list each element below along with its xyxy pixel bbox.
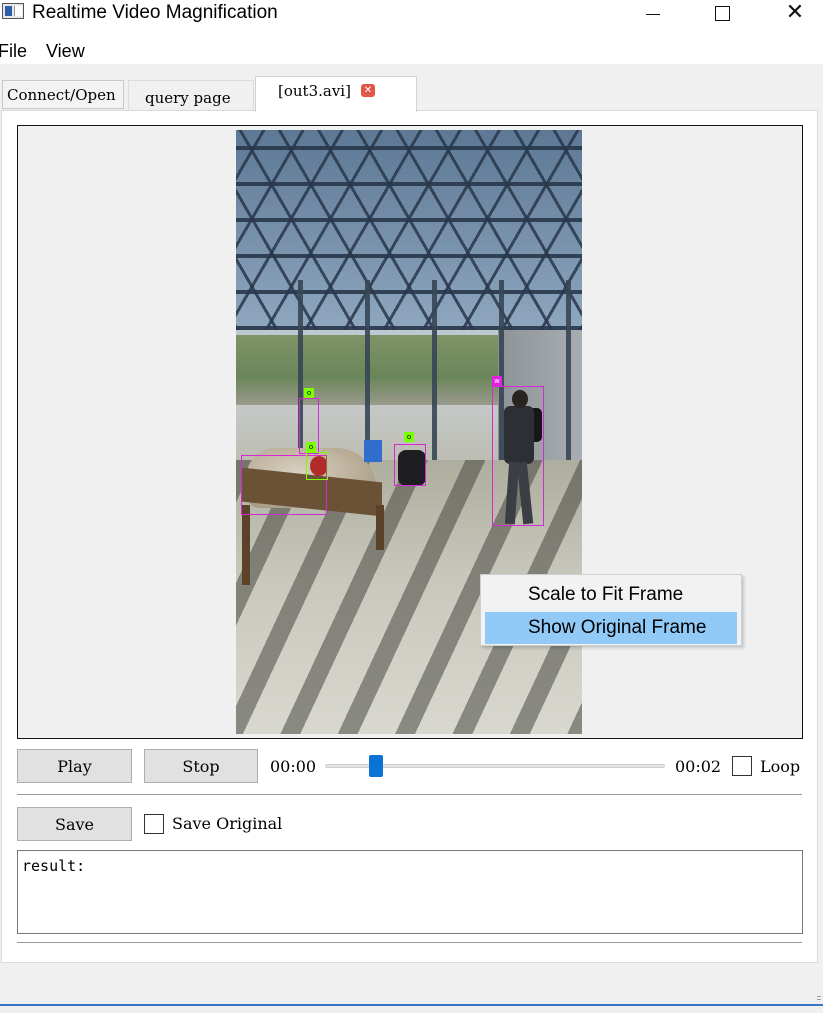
close-window-button[interactable]: ✕ (772, 0, 818, 26)
video-frame[interactable]: o o o w (17, 125, 803, 739)
divider (17, 794, 802, 795)
context-menu: Scale to Fit Frame Show Original Frame (480, 574, 742, 646)
stop-button[interactable]: Stop (144, 749, 258, 783)
tab-connect-open[interactable]: Connect/Open (2, 80, 124, 109)
save-original-label: Save Original (172, 814, 283, 833)
detection-label: o (304, 388, 314, 398)
save-original-checkbox[interactable] (144, 814, 164, 834)
minimize-icon (646, 13, 660, 15)
detection-box (394, 444, 426, 486)
size-grip[interactable] (817, 996, 821, 1002)
minimize-button[interactable] (630, 0, 676, 26)
tab-label: query page (145, 88, 231, 107)
window-title: Realtime Video Magnification (32, 2, 278, 23)
tab-query-page[interactable]: query page (128, 80, 254, 110)
menu-item-scale-to-fit[interactable]: Scale to Fit Frame (485, 579, 737, 611)
current-time: 00:00 (270, 757, 317, 776)
menu-bar: File View (0, 36, 823, 64)
table-leg (376, 505, 384, 550)
blue-bucket (364, 440, 382, 462)
menu-file[interactable]: File (0, 40, 27, 62)
tab-out3-avi[interactable]: [out3.avi] ✕ (255, 76, 417, 112)
divider (17, 942, 802, 943)
menu-item-show-original[interactable]: Show Original Frame (485, 612, 737, 644)
status-bar (0, 1004, 823, 1006)
result-textbox[interactable]: result: (17, 850, 803, 934)
detection-label: o (404, 432, 414, 442)
tab-close-icon[interactable]: ✕ (360, 84, 375, 97)
app-icon (2, 3, 24, 19)
title-bar: Realtime Video Magnification ✕ (0, 0, 823, 36)
total-time: 00:02 (675, 757, 722, 776)
maximize-icon (714, 5, 730, 21)
detection-label: w (492, 376, 502, 386)
detection-box (306, 452, 328, 480)
loop-checkbox[interactable] (732, 756, 752, 776)
play-button[interactable]: Play (17, 749, 132, 783)
tab-label: Connect/Open (7, 85, 116, 104)
menu-view[interactable]: View (46, 40, 85, 62)
save-button[interactable]: Save (17, 807, 132, 841)
tab-label: [out3.avi] (278, 81, 351, 100)
table-leg (242, 505, 250, 585)
detection-label: o (306, 442, 316, 452)
loop-label: Loop (760, 757, 801, 776)
maximize-button[interactable] (699, 0, 745, 26)
seek-slider-handle[interactable] (369, 755, 383, 777)
detection-box (492, 386, 544, 526)
close-icon: ✕ (785, 0, 805, 25)
